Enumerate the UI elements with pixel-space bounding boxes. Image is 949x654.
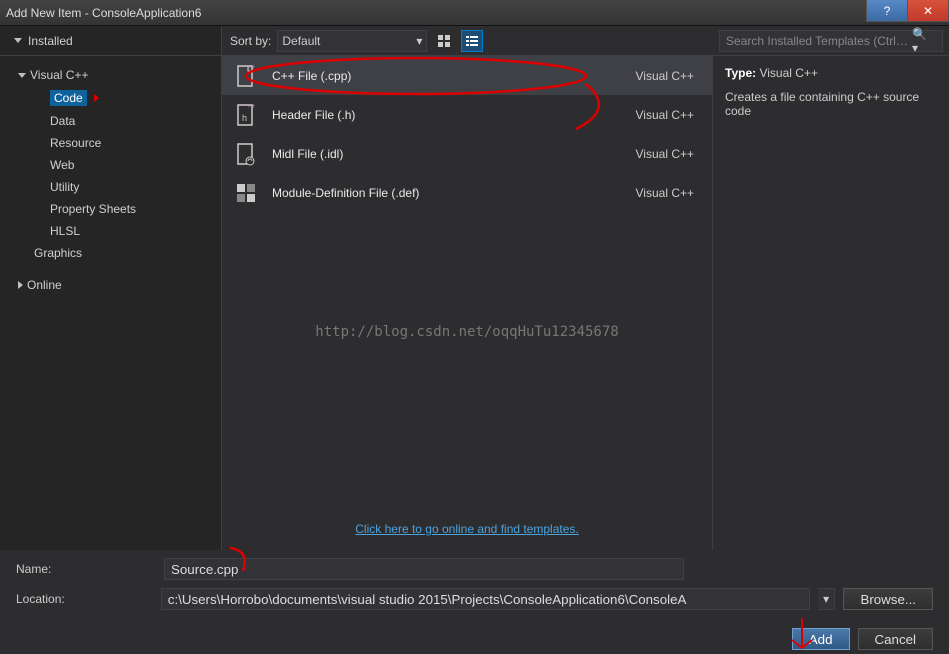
chevron-down-icon: ▾ <box>416 34 422 48</box>
find-templates-link[interactable]: Click here to go online and find templat… <box>355 522 578 536</box>
header-file-icon: h++ <box>234 103 258 127</box>
sidebar: Visual C++ Code Data Resource Web Utilit… <box>0 56 222 550</box>
template-list-panel: ++ C++ File (.cpp) Visual C++ h++ Header… <box>222 56 713 550</box>
def-file-icon <box>234 181 258 205</box>
title-bar: Add New Item - ConsoleApplication6 ? ✕ <box>0 0 949 26</box>
tab-installed[interactable]: Installed <box>0 26 222 55</box>
template-title: Midl File (.idl) <box>272 147 622 161</box>
installed-label: Installed <box>28 34 73 48</box>
template-tag: Visual C++ <box>636 108 700 122</box>
template-title: Header File (.h) <box>272 108 622 122</box>
sidebar-item-utility[interactable]: Utility <box>0 176 221 198</box>
chevron-down-icon <box>18 73 26 78</box>
search-placeholder: Search Installed Templates (Ctrl+E) <box>726 34 912 48</box>
search-icon: 🔍 ▾ <box>912 27 936 55</box>
add-button[interactable]: Add <box>792 628 850 650</box>
close-icon: ✕ <box>923 4 933 18</box>
sidebar-item-online[interactable]: Online <box>0 274 221 296</box>
footer-buttons: Add Cancel <box>0 618 949 650</box>
chevron-right-icon <box>18 281 23 289</box>
template-row-module-def-file[interactable]: Module-Definition File (.def) Visual C++ <box>222 173 712 212</box>
svg-text:++: ++ <box>247 64 255 71</box>
sidebar-item-resource[interactable]: Resource <box>0 132 221 154</box>
template-tag: Visual C++ <box>636 69 700 83</box>
sidebar-item-property-sheets[interactable]: Property Sheets <box>0 198 221 220</box>
location-input[interactable] <box>161 588 810 610</box>
search-input[interactable]: Search Installed Templates (Ctrl+E) 🔍 ▾ <box>719 30 943 52</box>
browse-button[interactable]: Browse... <box>843 588 933 610</box>
template-row-cpp-file[interactable]: ++ C++ File (.cpp) Visual C++ <box>222 56 712 95</box>
template-title: Module-Definition File (.def) <box>272 186 622 200</box>
annotation-arrow-icon <box>94 94 99 102</box>
chevron-down-icon: ▾ <box>823 592 829 606</box>
cpp-file-icon: ++ <box>234 64 258 88</box>
template-list: ++ C++ File (.cpp) Visual C++ h++ Header… <box>222 56 712 508</box>
template-tag: Visual C++ <box>636 147 700 161</box>
template-row-midl-file[interactable]: Midl File (.idl) Visual C++ <box>222 134 712 173</box>
sidebar-item-web[interactable]: Web <box>0 154 221 176</box>
sort-value: Default <box>282 34 320 48</box>
name-label: Name: <box>16 562 156 576</box>
preview-panel: Type: Visual C++ Creates a file containi… <box>713 56 949 550</box>
template-tag: Visual C++ <box>636 186 700 200</box>
sidebar-item-graphics[interactable]: Graphics <box>0 242 221 264</box>
template-row-header-file[interactable]: h++ Header File (.h) Visual C++ <box>222 95 712 134</box>
svg-text:h: h <box>242 113 247 123</box>
location-dropdown-button[interactable]: ▾ <box>818 588 836 610</box>
main-area: Visual C++ Code Data Resource Web Utilit… <box>0 56 949 550</box>
midl-file-icon <box>234 142 258 166</box>
preview-type: Type: Visual C++ <box>725 66 937 80</box>
sidebar-item-hlsl[interactable]: HLSL <box>0 220 221 242</box>
top-bar: Installed Sort by: Default ▾ Search Inst… <box>0 26 949 56</box>
view-grid-button[interactable] <box>433 30 455 52</box>
sort-select[interactable]: Default ▾ <box>277 30 427 52</box>
sidebar-item-data[interactable]: Data <box>0 110 221 132</box>
chevron-down-icon <box>14 38 22 43</box>
window-title: Add New Item - ConsoleApplication6 <box>6 6 201 20</box>
help-icon: ? <box>884 4 891 18</box>
watermark-text: http://blog.csdn.net/oqqHuTu12345678 <box>222 324 712 340</box>
location-label: Location: <box>16 592 153 606</box>
sidebar-item-visual-cpp[interactable]: Visual C++ <box>0 64 221 86</box>
template-title: C++ File (.cpp) <box>272 69 622 83</box>
preview-description: Creates a file containing C++ source cod… <box>725 90 937 118</box>
form-area: Name: Location: ▾ Browse... <box>0 550 949 610</box>
list-icon <box>465 34 479 48</box>
cancel-button[interactable]: Cancel <box>858 628 934 650</box>
help-button[interactable]: ? <box>866 0 908 22</box>
sort-by-label: Sort by: <box>230 34 271 48</box>
svg-text:++: ++ <box>247 103 255 110</box>
online-templates-link-row: Click here to go online and find templat… <box>222 508 712 550</box>
view-list-button[interactable] <box>461 30 483 52</box>
name-input[interactable] <box>164 558 684 580</box>
sidebar-item-code[interactable]: Code <box>0 86 221 110</box>
grid-icon <box>437 34 451 48</box>
close-button[interactable]: ✕ <box>907 0 949 22</box>
